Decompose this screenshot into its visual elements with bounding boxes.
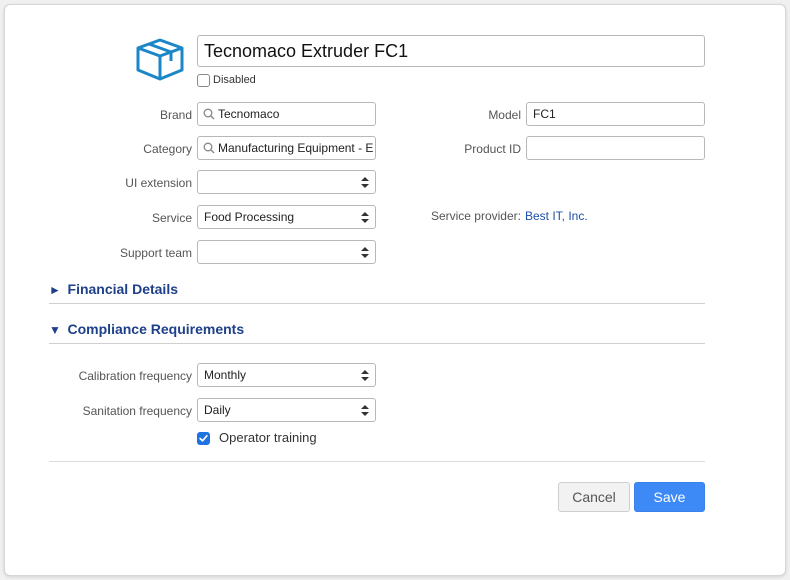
select-arrows-icon xyxy=(361,212,369,223)
service-label: Service xyxy=(151,211,192,225)
search-icon xyxy=(203,108,215,120)
compliance-requirements-title: Compliance Requirements xyxy=(67,321,245,337)
category-label: Category xyxy=(143,142,192,156)
category-value: Manufacturing Equipment - E xyxy=(218,141,374,155)
product-id-input[interactable] xyxy=(526,136,705,160)
product-name-input[interactable] xyxy=(197,35,705,67)
brand-value: Tecnomaco xyxy=(218,107,280,121)
select-arrows-icon xyxy=(361,247,369,258)
box-icon xyxy=(134,36,186,82)
ui-extension-label: UI extension xyxy=(125,176,192,190)
sanitation-frequency-value: Daily xyxy=(204,403,231,417)
operator-training-label: Operator training xyxy=(219,430,317,445)
sanitation-frequency-label: Sanitation frequency xyxy=(82,404,192,418)
product-form-card: Disabled Brand Tecnomaco Category Manufa… xyxy=(4,4,786,576)
support-team-label: Support team xyxy=(119,246,192,260)
disabled-label: Disabled xyxy=(213,74,256,86)
brand-input[interactable]: Tecnomaco xyxy=(197,102,376,126)
select-arrows-icon xyxy=(361,405,369,416)
expanded-arrow-icon: ▼ xyxy=(49,323,61,337)
service-value: Food Processing xyxy=(204,210,295,224)
checkmark-icon xyxy=(199,434,208,442)
ui-extension-select[interactable] xyxy=(197,170,376,194)
calibration-frequency-label: Calibration frequency xyxy=(78,369,192,383)
service-provider-link[interactable]: Best IT, Inc. xyxy=(525,209,588,223)
select-arrows-icon xyxy=(361,370,369,381)
support-team-select[interactable] xyxy=(197,240,376,264)
select-arrows-icon xyxy=(361,177,369,188)
sanitation-frequency-select[interactable]: Daily xyxy=(197,398,376,422)
section-divider xyxy=(49,303,705,304)
category-input[interactable]: Manufacturing Equipment - E xyxy=(197,136,376,160)
search-icon xyxy=(203,142,215,154)
calibration-frequency-select[interactable]: Monthly xyxy=(197,363,376,387)
brand-label: Brand xyxy=(159,108,192,122)
model-value: FC1 xyxy=(533,107,556,121)
service-select[interactable]: Food Processing xyxy=(197,205,376,229)
compliance-requirements-toggle[interactable]: ▼ Compliance Requirements xyxy=(49,321,349,339)
product-id-label: Product ID xyxy=(464,142,521,156)
model-label: Model xyxy=(488,108,521,122)
calibration-frequency-value: Monthly xyxy=(204,368,247,382)
save-button[interactable]: Save xyxy=(634,482,705,512)
financial-details-toggle[interactable]: ► Financial Details xyxy=(49,281,349,299)
disabled-checkbox[interactable] xyxy=(197,74,210,87)
operator-training-checkbox[interactable] xyxy=(197,432,210,445)
cancel-button[interactable]: Cancel xyxy=(558,482,630,512)
financial-details-title: Financial Details xyxy=(67,281,178,297)
footer-divider xyxy=(49,461,705,462)
model-input[interactable]: FC1 xyxy=(526,102,705,126)
collapsed-arrow-icon: ► xyxy=(49,283,61,297)
service-provider-label: Service provider: xyxy=(430,209,521,223)
section-divider xyxy=(49,343,705,344)
